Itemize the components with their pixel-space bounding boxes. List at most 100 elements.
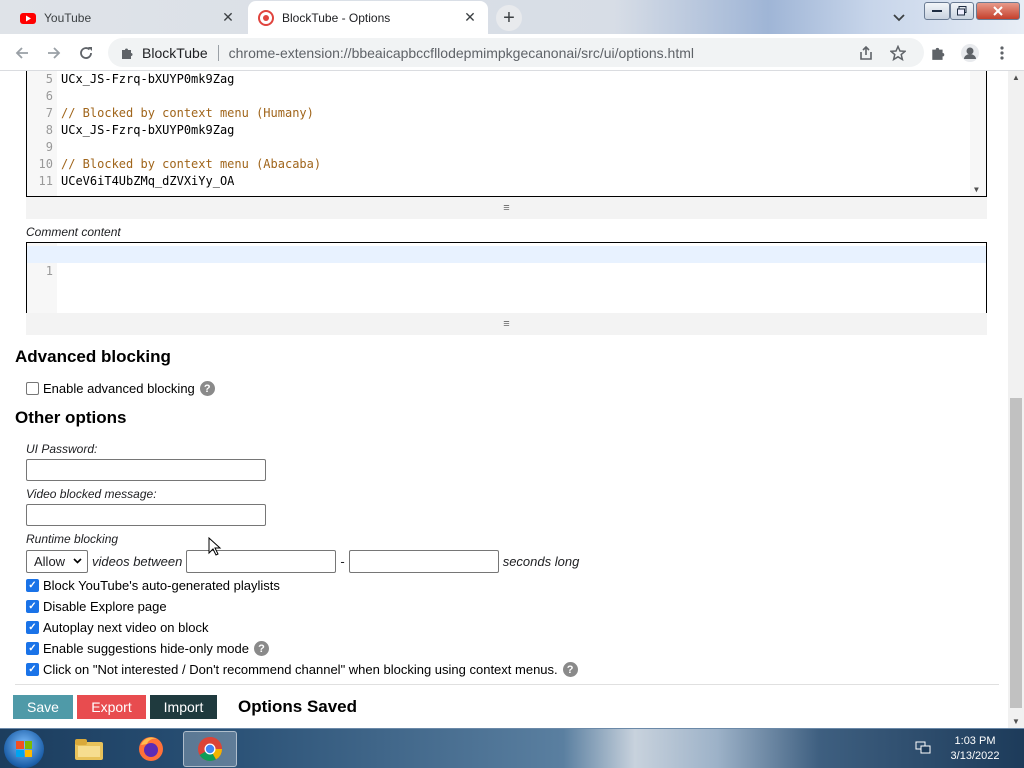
video-blocked-message-input[interactable] xyxy=(26,504,266,526)
checkbox-unchecked[interactable] xyxy=(26,382,39,395)
editor-active-line: 1 xyxy=(27,246,986,278)
checkbox-checked[interactable]: ✓ xyxy=(26,642,39,655)
window-close-button[interactable] xyxy=(976,2,1020,20)
url-text[interactable]: chrome-extension://bbeaicapbccfllodepmim… xyxy=(229,45,694,61)
channel-list-editor[interactable]: 5 UCx_JS-Fzrq-bXUYP0mk9Zag 6 7 // Blocked by… xyxy=(26,71,987,197)
import-button[interactable]: Import xyxy=(150,695,217,719)
checkbox-checked[interactable]: ✓ xyxy=(26,621,39,634)
option-checkbox-row[interactable]: ✓ Block YouTube's auto-generated playlist… xyxy=(26,578,280,593)
minimize-button[interactable] xyxy=(924,2,950,20)
editor-line: 7 // Blocked by context menu (Humany) xyxy=(27,105,970,122)
blocktube-icon xyxy=(258,9,274,26)
address-separator xyxy=(217,44,219,61)
divider xyxy=(15,684,999,685)
scroll-up-icon[interactable]: ▲ xyxy=(1012,73,1020,82)
new-tab-button[interactable]: + xyxy=(496,5,522,31)
option-checkbox-row[interactable]: ✓ Click on "Not interested / Don't recomm… xyxy=(26,662,578,677)
save-button[interactable]: Save xyxy=(13,695,73,719)
enable-advanced-blocking-checkbox[interactable]: Enable advanced blocking ? xyxy=(26,381,215,396)
tab-blocktube-options[interactable]: BlockTube - Options ✕ xyxy=(248,1,488,34)
runtime-dash: - xyxy=(340,553,345,569)
other-options-heading: Other options xyxy=(15,408,127,427)
runtime-max-input[interactable] xyxy=(348,549,499,573)
editor-line: 8 UCx_JS-Fzrq-bXUYP0mk9Zag xyxy=(27,122,970,139)
checkbox-label: Disable Explore page xyxy=(43,599,167,614)
editor-scrollbar[interactable]: ▼ xyxy=(970,71,986,196)
system-clock[interactable]: 1:03 PM 3/13/2022 xyxy=(940,734,1010,764)
windows-taskbar: 1:03 PM 3/13/2022 xyxy=(0,728,1024,768)
line-number: 10 xyxy=(38,157,53,171)
comment-content-label: Comment content xyxy=(26,225,121,239)
runtime-between-text: videos between xyxy=(92,553,183,569)
help-icon[interactable]: ? xyxy=(199,381,215,396)
status-message: Options Saved xyxy=(238,697,358,716)
scrollbar-thumb[interactable] xyxy=(1010,398,1022,708)
tab-youtube[interactable]: YouTube ✕ xyxy=(10,1,246,34)
video-blocked-message-label: Video blocked message: xyxy=(26,487,157,501)
taskbar-file-explorer[interactable] xyxy=(62,731,116,767)
chevron-down-icon xyxy=(73,558,82,564)
editor-line: 10 // Blocked by context menu (Abacaba) xyxy=(27,156,970,173)
reload-button[interactable] xyxy=(74,41,98,65)
option-checkbox-row[interactable]: ✓ Disable Explore page xyxy=(26,599,167,614)
runtime-mode-select[interactable]: Allow xyxy=(26,549,88,573)
close-icon xyxy=(993,6,1003,16)
back-button[interactable] xyxy=(10,41,34,65)
restore-button[interactable] xyxy=(950,2,974,20)
ui-password-label: UI Password: xyxy=(26,442,98,456)
tab-title: YouTube xyxy=(44,10,92,25)
extensions-icon[interactable] xyxy=(928,43,948,63)
network-icon[interactable] xyxy=(915,741,931,755)
line-number: 6 xyxy=(45,89,53,103)
comment-content-editor[interactable]: 1 xyxy=(26,242,987,314)
editor-lines: 5 UCx_JS-Fzrq-bXUYP0mk9Zag 6 7 // Blocked by… xyxy=(27,71,970,196)
youtube-icon xyxy=(20,12,36,24)
mouse-cursor-icon xyxy=(208,537,222,556)
start-button[interactable] xyxy=(4,730,44,768)
line-number: 11 xyxy=(38,174,53,188)
minimize-icon xyxy=(932,10,942,12)
profile-avatar-icon[interactable] xyxy=(960,43,980,63)
checkbox-checked[interactable]: ✓ xyxy=(26,600,39,613)
scroll-down-icon[interactable]: ▼ xyxy=(974,185,979,194)
checkbox-label: Block YouTube's auto-generated playlists xyxy=(43,578,280,593)
chrome-icon xyxy=(198,737,222,762)
editor-line: 6 xyxy=(27,88,970,105)
address-bar[interactable]: BlockTube chrome-extension://bbeaicapbcc… xyxy=(108,38,924,67)
page-scrollbar[interactable]: ▲ ▼ xyxy=(1008,71,1024,728)
star-icon[interactable] xyxy=(888,43,908,63)
help-icon[interactable]: ? xyxy=(562,662,578,677)
option-checkbox-row[interactable]: ✓ Autoplay next video on block xyxy=(26,620,209,635)
forward-button[interactable] xyxy=(42,41,66,65)
checkbox-checked[interactable]: ✓ xyxy=(26,579,39,592)
restore-icon xyxy=(957,6,967,16)
ui-password-input[interactable] xyxy=(26,459,266,481)
share-icon[interactable] xyxy=(856,43,876,63)
checkbox-label: Enable advanced blocking xyxy=(43,381,195,396)
clock-date: 3/13/2022 xyxy=(950,750,1000,762)
close-tab-icon[interactable]: ✕ xyxy=(462,9,478,26)
editor-line: 5 UCx_JS-Fzrq-bXUYP0mk9Zag xyxy=(27,71,970,88)
editor-line: 11 UCeV6iT4UbZMq_dZVXiYy_OA xyxy=(27,173,970,190)
export-button[interactable]: Export xyxy=(77,695,146,719)
close-tab-icon[interactable]: ✕ xyxy=(220,9,236,26)
browser-toolbar: BlockTube chrome-extension://bbeaicapbcc… xyxy=(0,34,1024,71)
extension-name: BlockTube xyxy=(142,44,208,61)
checkbox-checked[interactable]: ✓ xyxy=(26,663,39,676)
tab-search-icon[interactable] xyxy=(888,7,910,29)
tab-title: BlockTube - Options xyxy=(282,10,391,25)
scroll-down-icon[interactable]: ▼ xyxy=(1012,717,1020,726)
option-checkbox-row[interactable]: ✓ Enable suggestions hide-only mode? xyxy=(26,641,269,656)
arrow-right-icon xyxy=(48,47,61,59)
taskbar-chrome[interactable] xyxy=(183,731,237,767)
kebab-menu-icon[interactable] xyxy=(992,43,1012,63)
editor-resize-handle[interactable]: ≡ xyxy=(26,313,987,335)
taskbar-firefox[interactable] xyxy=(124,731,178,767)
options-page: 5 UCx_JS-Fzrq-bXUYP0mk9Zag 6 7 // Blocked by… xyxy=(0,71,1008,728)
editor-line-partial xyxy=(27,190,970,196)
editor-resize-handle[interactable]: ≡ xyxy=(26,197,987,219)
help-icon[interactable]: ? xyxy=(253,641,269,656)
windows-logo-icon xyxy=(16,741,32,757)
runtime-blocking-label: Runtime blocking xyxy=(26,532,119,546)
arrow-left-icon xyxy=(15,47,28,59)
